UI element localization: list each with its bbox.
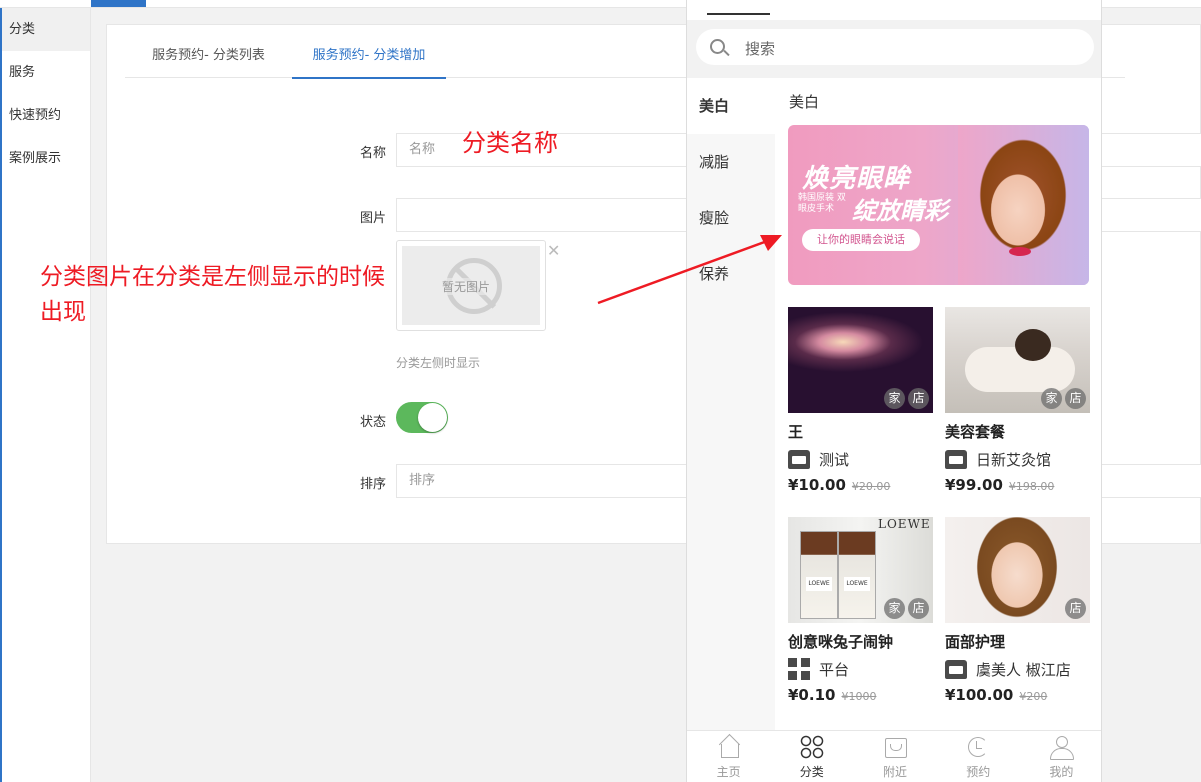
home-icon: [717, 735, 741, 759]
sidebar-item-quick-booking[interactable]: 快速预约: [0, 94, 90, 137]
annotation-category-image: 分类图片在分类是左侧显示的时候 出现: [40, 260, 460, 330]
tab-category-list[interactable]: 服务预约- 分类列表: [125, 25, 292, 78]
product-name: 创意咪兔子闹钟: [788, 633, 894, 651]
grid-icon: [788, 658, 810, 680]
annotation-line-1: 分类图片在分类是左侧显示的时候: [40, 264, 385, 290]
banner-model-image: [958, 125, 1089, 285]
product-original-price: ¥20.00: [851, 480, 891, 493]
nav-nearby[interactable]: 附近: [853, 731, 936, 782]
nav-category-label: 分类: [799, 765, 824, 779]
product-card[interactable]: 家 店 王 测试 ¥10.00 ¥20.00: [788, 307, 933, 494]
category-list: 美白 减脂 瘦脸 保养: [687, 78, 775, 730]
bottom-strip: [91, 770, 686, 782]
store-badge: 店: [1065, 598, 1086, 619]
bottom-nav: 主页 分类 附近 预约 我的: [687, 730, 1101, 782]
category-item-fat-reduction[interactable]: 减脂: [687, 134, 775, 190]
store-icon: [788, 449, 810, 469]
product-price: ¥99.00: [945, 476, 1003, 494]
nav-booking[interactable]: 预约: [937, 731, 1020, 782]
search-input[interactable]: 搜索: [696, 29, 1094, 65]
product-price: ¥100.00: [945, 686, 1014, 704]
store-badge: 店: [908, 598, 929, 619]
close-icon[interactable]: ✕: [547, 241, 560, 260]
sort-label: 排序: [359, 477, 386, 492]
image-brand-text: LOEWE: [878, 517, 931, 531]
shop-name: 测试: [819, 450, 850, 469]
banner-title: 焕亮眼眸: [802, 164, 911, 194]
nav-home-label: 主页: [716, 765, 741, 779]
phone-top-strip: [687, 0, 1101, 20]
profile-icon: [1049, 735, 1075, 760]
product-original-price: ¥1000: [841, 690, 877, 703]
shop-name: 平台: [819, 660, 850, 679]
nav-nearby-label: 附近: [883, 765, 908, 779]
tab-category-add[interactable]: 服务预约- 分类增加: [292, 25, 446, 79]
category-banner[interactable]: 焕亮眼眸 韩国原装 双眼皮手术 绽放睛彩 让你的眼睛会说话: [788, 125, 1089, 285]
home-service-badge: 家: [1041, 388, 1062, 409]
side-menu: 分类 服务 快速预约 案例展示: [0, 8, 91, 782]
product-image: 店: [945, 517, 1090, 623]
search-bar: 搜索: [687, 20, 1101, 78]
category-icon: [799, 735, 824, 759]
product-original-price: ¥200: [1019, 690, 1048, 703]
status-label: 状态: [359, 415, 386, 430]
sidebar-item-cases[interactable]: 案例展示: [0, 137, 90, 180]
product-card[interactable]: LOEWE LOEWE LOEWE 家 店 创意咪兔子闹钟 平台 ¥0.10 ¥1…: [788, 517, 933, 704]
nav-profile-label: 我的: [1049, 765, 1074, 779]
product-image: 家 店: [788, 307, 933, 413]
shop-name: 虞美人 椒江店: [976, 660, 1071, 679]
product-name: 美容套餐: [945, 423, 1006, 441]
store-badge: 店: [1065, 388, 1086, 409]
category-item-whitening[interactable]: 美白: [687, 78, 775, 134]
phone-tab-indicator: [707, 13, 770, 15]
nearby-icon: [883, 735, 907, 759]
nav-home[interactable]: 主页: [687, 731, 770, 782]
annotation-arrow: [597, 235, 782, 305]
toggle-knob: [418, 403, 447, 432]
sidebar-item-category[interactable]: 分类: [0, 8, 90, 51]
product-card[interactable]: 店 面部护理 虞美人 椒江店 ¥100.00 ¥200: [945, 517, 1090, 704]
image-hint: 分类左侧时显示: [396, 356, 481, 370]
booking-icon: [966, 735, 990, 759]
product-image: 家 店: [945, 307, 1090, 413]
banner-pill: 让你的眼睛会说话: [802, 229, 920, 251]
status-toggle[interactable]: [396, 402, 448, 433]
nav-category[interactable]: 分类: [770, 731, 853, 782]
product-price: ¥10.00: [788, 476, 846, 494]
search-placeholder: 搜索: [745, 40, 776, 58]
search-icon: [710, 39, 725, 54]
side-menu-edge: [0, 8, 2, 782]
store-badge: 店: [908, 388, 929, 409]
top-bar-accent: [91, 0, 146, 7]
product-original-price: ¥198.00: [1008, 480, 1055, 493]
banner-lips: [1009, 247, 1031, 256]
shop-name: 日新艾灸馆: [976, 450, 1052, 469]
store-icon: [945, 449, 967, 469]
annotation-line-2: 出现: [40, 299, 86, 325]
name-label: 名称: [359, 146, 386, 161]
product-price: ¥0.10: [788, 686, 836, 704]
product-image: LOEWE LOEWE LOEWE 家 店: [788, 517, 933, 623]
product-card[interactable]: 家 店 美容套餐 日新艾灸馆 ¥99.00 ¥198.00: [945, 307, 1090, 494]
banner-title-2: 绽放睛彩: [852, 197, 948, 225]
home-service-badge: 家: [884, 388, 905, 409]
category-title: 美白: [789, 93, 820, 111]
sidebar-item-service[interactable]: 服务: [0, 51, 90, 94]
home-service-badge: 家: [884, 598, 905, 619]
image-label: 图片: [359, 211, 386, 226]
phone-preview: 搜索 美白 减脂 瘦脸 保养 美白 焕亮眼眸 韩国原装 双眼皮手术 绽放睛彩 让…: [686, 0, 1102, 782]
product-name: 王: [788, 423, 804, 441]
nav-booking-label: 预约: [966, 765, 991, 779]
store-icon: [945, 659, 967, 679]
nav-profile[interactable]: 我的: [1020, 731, 1101, 782]
product-name: 面部护理: [945, 633, 1006, 651]
banner-subtitle: 韩国原装 双眼皮手术: [798, 193, 846, 214]
annotation-category-name: 分类名称: [462, 129, 558, 157]
